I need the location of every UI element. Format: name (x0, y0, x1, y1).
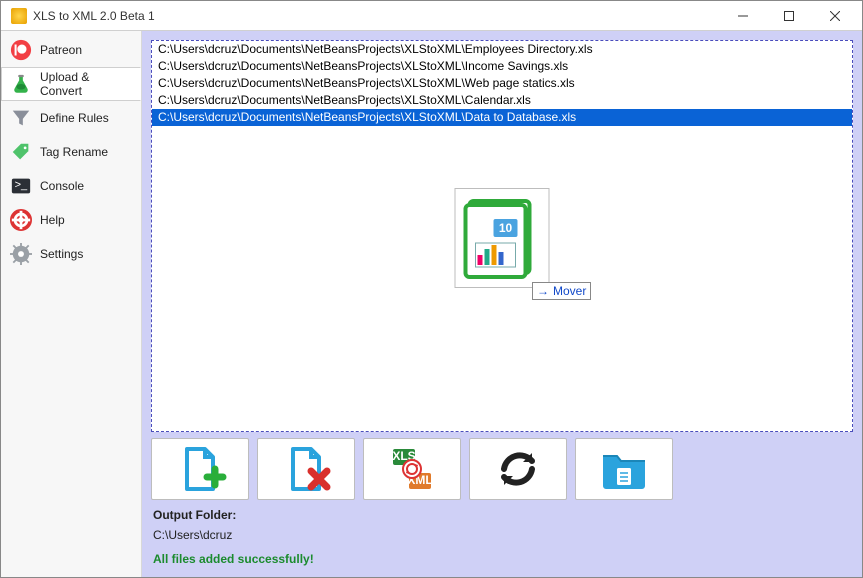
sidebar: Patreon Upload & Convert Define Rules Ta… (1, 31, 142, 577)
add-file-button[interactable] (151, 438, 249, 500)
status-message: All files added successfully! (151, 550, 853, 568)
terminal-icon: >_ (10, 175, 32, 197)
funnel-icon (10, 107, 32, 129)
file-list-item[interactable]: C:\Users\dcruz\Documents\NetBeansProject… (152, 92, 852, 109)
sidebar-item-tag-rename[interactable]: Tag Rename (1, 135, 141, 169)
file-list: C:\Users\dcruz\Documents\NetBeansProject… (152, 41, 852, 126)
lifebuoy-icon (10, 209, 32, 231)
file-list-item[interactable]: C:\Users\dcruz\Documents\NetBeansProject… (152, 75, 852, 92)
sidebar-item-label: Upload & Convert (40, 70, 132, 98)
gear-icon (10, 243, 32, 265)
tag-icon (10, 141, 32, 163)
svg-text:10: 10 (498, 221, 512, 235)
sidebar-item-label: Tag Rename (40, 145, 108, 159)
open-folder-button[interactable] (575, 438, 673, 500)
sidebar-item-label: Patreon (40, 43, 82, 57)
file-list-item[interactable]: C:\Users\dcruz\Documents\NetBeansProject… (152, 58, 852, 75)
sidebar-item-label: Console (40, 179, 84, 193)
sidebar-item-settings[interactable]: Settings (1, 237, 141, 271)
window-title: XLS to XML 2.0 Beta 1 (33, 9, 155, 23)
minimize-button[interactable] (720, 1, 766, 31)
file-drop-zone[interactable]: C:\Users\dcruz\Documents\NetBeansProject… (151, 40, 853, 432)
title-bar: XLS to XML 2.0 Beta 1 (1, 1, 862, 31)
close-button[interactable] (812, 1, 858, 31)
sidebar-item-patreon[interactable]: Patreon (1, 33, 141, 67)
main-panel: C:\Users\dcruz\Documents\NetBeansProject… (142, 31, 862, 577)
maximize-button[interactable] (766, 1, 812, 31)
output-folder-label: Output Folder: (151, 506, 853, 522)
sidebar-item-console[interactable]: >_ Console (1, 169, 141, 203)
app-icon (11, 8, 27, 24)
flask-icon (10, 73, 32, 95)
sidebar-item-label: Define Rules (40, 111, 109, 125)
svg-text:>_: >_ (15, 179, 28, 191)
patreon-icon (10, 39, 32, 61)
sidebar-item-upload-convert[interactable]: Upload & Convert (1, 67, 141, 101)
drag-tooltip-label: Mover (553, 284, 586, 298)
action-toolbar: XLSXML (151, 438, 853, 500)
drag-tooltip: → Mover (532, 282, 591, 300)
convert-button[interactable]: XLSXML (363, 438, 461, 500)
spreadsheet-preview-icon[interactable]: 10 (455, 188, 550, 288)
sidebar-item-label: Help (40, 213, 65, 227)
file-list-item[interactable]: C:\Users\dcruz\Documents\NetBeansProject… (152, 109, 852, 126)
remove-file-button[interactable] (257, 438, 355, 500)
sidebar-item-label: Settings (40, 247, 83, 261)
output-folder-path: C:\Users\dcruz (151, 528, 853, 544)
sidebar-item-help[interactable]: Help (1, 203, 141, 237)
file-list-item[interactable]: C:\Users\dcruz\Documents\NetBeansProject… (152, 41, 852, 58)
refresh-button[interactable] (469, 438, 567, 500)
sidebar-item-define-rules[interactable]: Define Rules (1, 101, 141, 135)
arrow-right-icon: → (537, 284, 549, 298)
